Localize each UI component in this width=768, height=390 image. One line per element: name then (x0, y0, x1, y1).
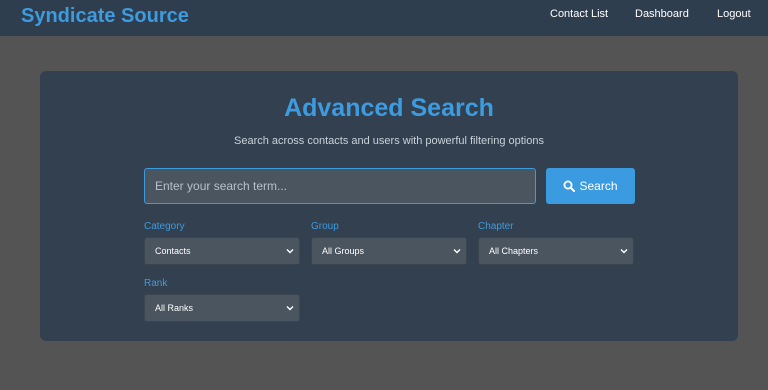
search-icon (563, 180, 576, 192)
chapter-select[interactable]: All Chapters (478, 237, 634, 265)
chevron-down-icon (453, 249, 461, 254)
chevron-down-icon (286, 306, 294, 311)
group-label: Group (311, 221, 339, 232)
brand-logo-link[interactable]: Syndicate Source (21, 3, 189, 29)
top-navbar: Syndicate Source Contact List Dashboard … (0, 0, 768, 36)
search-button-label: Search (579, 179, 618, 193)
search-button[interactable]: Search (546, 168, 635, 204)
group-select-value: All Groups (322, 246, 365, 256)
page-title: Advanced Search (284, 94, 494, 122)
category-label: Category (144, 221, 185, 232)
category-select[interactable]: Contacts (144, 237, 300, 265)
rank-select-value: All Ranks (155, 303, 194, 313)
category-select-value: Contacts (155, 246, 191, 256)
nav-logout-link[interactable]: Logout (717, 7, 751, 21)
chapter-select-value: All Chapters (489, 246, 539, 256)
chapter-label: Chapter (478, 221, 514, 232)
chevron-down-icon (620, 249, 628, 254)
chevron-down-icon (286, 249, 294, 254)
nav-contact-list-link[interactable]: Contact List (550, 7, 608, 21)
search-input[interactable] (144, 168, 536, 204)
group-select[interactable]: All Groups (311, 237, 467, 265)
rank-label: Rank (144, 278, 168, 289)
nav-dashboard-link[interactable]: Dashboard (635, 7, 689, 21)
page-subtitle: Search across contacts and users with po… (234, 135, 544, 147)
rank-select[interactable]: All Ranks (144, 294, 300, 322)
